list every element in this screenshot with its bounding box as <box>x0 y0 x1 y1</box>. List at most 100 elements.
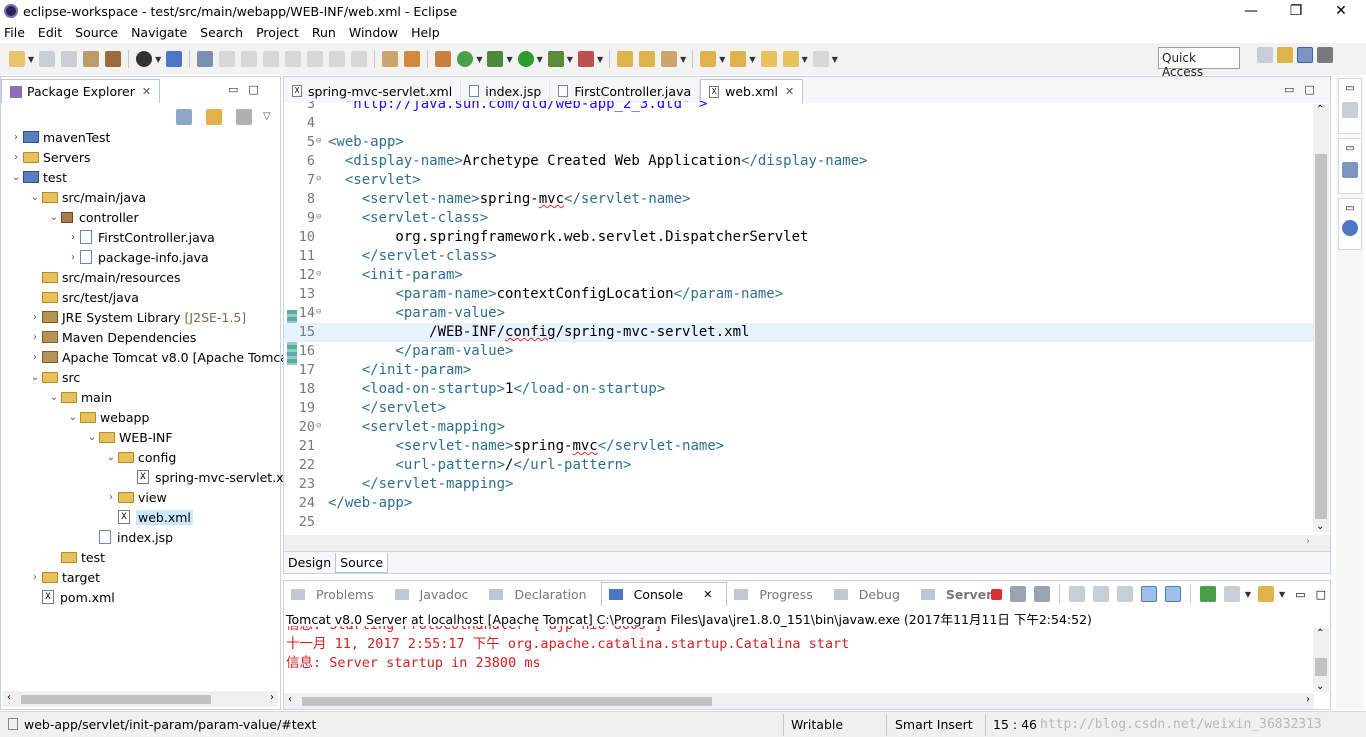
minimize-view-icon[interactable]: ▭ <box>1284 83 1294 96</box>
code-line[interactable]: 25 <box>284 513 1314 532</box>
restore-icon[interactable]: ▭ <box>1339 83 1361 94</box>
menu-source[interactable]: Source <box>75 25 118 40</box>
tree-item[interactable]: ⌄ WEB-INF <box>85 427 173 447</box>
java-perspective-icon[interactable] <box>1297 47 1313 63</box>
tree-item[interactable]: › package-info.java <box>66 247 209 267</box>
open-console-icon[interactable] <box>1258 586 1275 602</box>
maximize-view-icon[interactable]: □ <box>248 83 258 96</box>
collapse-arrow-icon[interactable]: ⌄ <box>104 452 118 463</box>
code-line[interactable]: 19 </servlet> <box>284 399 1314 418</box>
console-vertical-scrollbar[interactable]: ⌃ ⌄ <box>1313 628 1329 692</box>
tree-item[interactable]: › Apache Tomcat v8.0 [Apache Tomca <box>28 347 288 367</box>
focus-icon[interactable] <box>236 109 252 125</box>
next-annotation-icon[interactable] <box>700 51 717 67</box>
collapse-arrow-icon[interactable]: ⌄ <box>9 172 23 183</box>
tab-console[interactable]: Console ✕ <box>600 582 728 606</box>
collapse-arrow-icon[interactable]: ⌄ <box>47 212 61 223</box>
code-line[interactable]: 5 ⊖ <web-app> <box>284 133 1314 152</box>
save-icon[interactable] <box>39 51 56 67</box>
close-icon[interactable]: ✕ <box>785 85 794 98</box>
run-icon[interactable] <box>517 51 534 67</box>
restore-icon[interactable]: ▭ <box>1339 143 1361 154</box>
code-line[interactable]: 4 <box>284 114 1314 133</box>
code-line[interactable]: 9 ⊖ <servlet-class> <box>284 209 1314 228</box>
tab-problems[interactable]: Problems <box>284 587 388 602</box>
xml-source-editor[interactable]: 3 "http://java.sun.com/dtd/web-app_2_3.d… <box>284 101 1314 551</box>
pin-console-icon[interactable] <box>1199 586 1216 602</box>
remove-launch-icon[interactable] <box>1009 586 1026 602</box>
quick-access-field[interactable]: Quick Access <box>1158 47 1240 79</box>
tree-item[interactable]: ⌄ src/main/java <box>28 187 146 207</box>
collapse-all-icon[interactable] <box>176 109 192 125</box>
suspend-icon[interactable] <box>241 51 258 67</box>
collapse-arrow-icon[interactable]: ⌄ <box>28 192 42 203</box>
java-ee-perspective-icon[interactable] <box>1277 47 1293 63</box>
menu-run[interactable]: Run <box>312 25 336 40</box>
code-line[interactable]: 15 /WEB-INF/config/spring-mvc-servlet.xm… <box>284 323 1314 342</box>
maximize-view-icon[interactable]: □ <box>1316 588 1326 601</box>
tree-item[interactable]: › view <box>104 487 167 507</box>
code-line[interactable]: 7 ⊖ <servlet> <box>284 171 1314 190</box>
fold-icon[interactable]: ⊖ <box>316 132 321 151</box>
open-type-icon[interactable] <box>105 51 122 67</box>
minimize-view-icon[interactable]: ▭ <box>1295 588 1305 601</box>
restore-icon[interactable]: ▭ <box>1339 203 1361 214</box>
tab-source[interactable]: Source <box>335 552 389 573</box>
tree-item[interactable]: ⌄ test <box>9 167 67 187</box>
fold-icon[interactable]: ⊖ <box>316 208 321 227</box>
tab-javadoc[interactable]: Javadoc <box>388 587 483 602</box>
code-line[interactable]: 10 org.springframework.web.servlet.Dispa… <box>284 228 1314 247</box>
show-on-stdout-icon[interactable] <box>1140 586 1157 602</box>
collapse-arrow-icon[interactable]: ⌄ <box>66 412 80 423</box>
clear-console-icon[interactable] <box>1068 586 1085 602</box>
code-line[interactable]: 12 ⊖ <init-param> <box>284 266 1314 285</box>
menu-file[interactable]: File <box>4 25 25 40</box>
menu-project[interactable]: Project <box>256 25 299 40</box>
tree-item[interactable]: test <box>47 547 105 567</box>
menu-navigate[interactable]: Navigate <box>131 25 187 40</box>
forward-icon[interactable] <box>812 51 829 67</box>
code-line[interactable]: 11 </servlet-class> <box>284 247 1314 266</box>
console-output[interactable]: 信息: Starting ProtocolHandler ["ajp-nio-8… <box>286 626 1314 688</box>
code-line[interactable]: 16 </param-value> <box>284 342 1314 361</box>
terminate-icon[interactable] <box>263 51 280 67</box>
code-line[interactable]: 18 <load-on-startup>1</load-on-startup> <box>284 380 1314 399</box>
code-line[interactable]: 20 ⊖ <servlet-mapping> <box>284 418 1314 437</box>
minimize-view-icon[interactable]: ▭ <box>228 83 238 96</box>
tab-design[interactable]: Design <box>284 553 335 572</box>
maximize-view-icon[interactable]: □ <box>1304 83 1314 96</box>
help-icon[interactable] <box>1342 220 1358 236</box>
terminate-icon[interactable] <box>990 588 1002 600</box>
close-icon[interactable]: ✕ <box>696 588 719 601</box>
view-menu-icon[interactable]: ▽ <box>263 111 271 125</box>
tree-item[interactable]: › Maven Dependencies <box>28 327 196 347</box>
last-edit-icon[interactable] <box>760 51 777 67</box>
tab-package-explorer[interactable]: Package Explorer ✕ <box>1 79 161 103</box>
close-button[interactable]: ✕ <box>1318 0 1364 22</box>
tree-item[interactable]: Xspring-mvc-servlet.x <box>123 467 284 487</box>
disconnect-icon[interactable] <box>285 51 302 67</box>
tree-item[interactable]: ⌄ controller <box>47 207 139 227</box>
step-return-icon[interactable] <box>351 51 368 67</box>
code-line[interactable]: 24 </web-app> <box>284 494 1314 513</box>
code-line[interactable]: 14 ⊖ <param-value> <box>284 304 1314 323</box>
save-all-icon[interactable] <box>61 51 78 67</box>
debug-icon[interactable] <box>487 51 504 67</box>
external-tools-icon[interactable] <box>435 51 452 67</box>
code-line[interactable]: 6 <display-name>Archetype Created Web Ap… <box>284 152 1314 171</box>
resume-icon[interactable] <box>219 51 236 67</box>
tab-debug[interactable]: Debug <box>827 587 914 602</box>
open-perspective-button-icon[interactable] <box>1257 47 1273 63</box>
remove-all-icon[interactable] <box>1033 586 1050 602</box>
new-java-class-icon[interactable] <box>639 51 656 67</box>
code-line[interactable]: 13 <param-name>contextConfigLocation</pa… <box>284 285 1314 304</box>
debug-perspective-icon[interactable] <box>1317 47 1333 63</box>
tab-declaration[interactable]: Declaration <box>482 587 600 602</box>
server-run-icon[interactable] <box>577 51 594 67</box>
minimize-button[interactable]: — <box>1228 0 1274 22</box>
expand-arrow-icon[interactable]: › <box>28 332 42 343</box>
fold-icon[interactable]: ⊖ <box>316 170 321 189</box>
expand-arrow-icon[interactable]: › <box>66 232 80 243</box>
collapse-arrow-icon[interactable]: ⌄ <box>28 372 42 383</box>
tree-item[interactable]: ⌄ config <box>104 447 176 467</box>
